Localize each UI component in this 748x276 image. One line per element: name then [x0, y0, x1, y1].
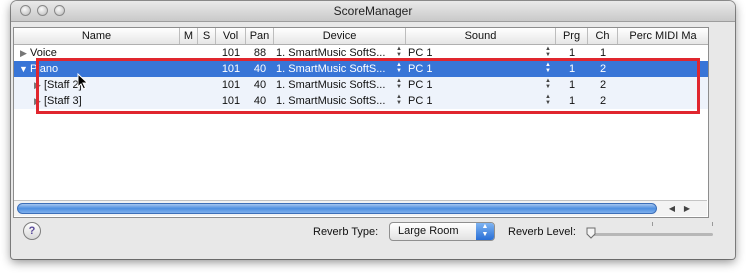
- col-mute[interactable]: M: [180, 28, 198, 44]
- help-button[interactable]: ?: [23, 222, 41, 240]
- col-pan[interactable]: Pan: [246, 28, 274, 44]
- col-sound[interactable]: Sound: [406, 28, 556, 44]
- reverb-type-popup[interactable]: Large Room ▲ ▼: [389, 222, 495, 241]
- mouse-cursor-icon: [77, 73, 89, 90]
- title-bar: ScoreManager: [11, 1, 735, 22]
- slider-tick: [712, 222, 713, 226]
- col-vol[interactable]: Vol: [216, 28, 246, 44]
- col-perc-midi-map[interactable]: Perc MIDI Ma: [618, 28, 708, 44]
- sound-stepper-icon[interactable]: ▲ ▼: [545, 46, 551, 58]
- highlight-box: [36, 58, 700, 114]
- device-stepper-icon[interactable]: ▲ ▼: [396, 46, 402, 58]
- slider-tick: [652, 222, 653, 226]
- col-name[interactable]: Name: [14, 28, 180, 44]
- reverb-level-track[interactable]: [589, 233, 713, 236]
- reverb-level-slider-thumb[interactable]: [586, 227, 596, 239]
- col-prg[interactable]: Prg: [556, 28, 588, 44]
- col-ch[interactable]: Ch: [588, 28, 618, 44]
- scroll-left-icon[interactable]: ◀: [665, 202, 679, 215]
- scroll-right-icon[interactable]: ▶: [680, 202, 694, 215]
- disclosure-down-icon[interactable]: ▼: [19, 61, 28, 77]
- popup-arrows-icon[interactable]: ▲ ▼: [476, 223, 494, 240]
- table-header: Name M S Vol Pan Device Sound Prg Ch Per…: [14, 28, 708, 45]
- disclosure-right-icon[interactable]: ▶: [20, 45, 27, 61]
- window-title: ScoreManager: [333, 4, 413, 18]
- col-solo[interactable]: S: [198, 28, 216, 44]
- staff-table: Name M S Vol Pan Device Sound Prg Ch Per…: [13, 27, 709, 218]
- reverb-type-label: Reverb Type:: [313, 226, 379, 238]
- reverb-level-label: Reverb Level:: [508, 226, 576, 238]
- scrollbar-thumb[interactable]: [17, 203, 657, 214]
- reverb-type-value: Large Room: [398, 225, 459, 237]
- col-device[interactable]: Device: [274, 28, 406, 44]
- horizontal-scrollbar[interactable]: ◀ ▶: [14, 200, 707, 216]
